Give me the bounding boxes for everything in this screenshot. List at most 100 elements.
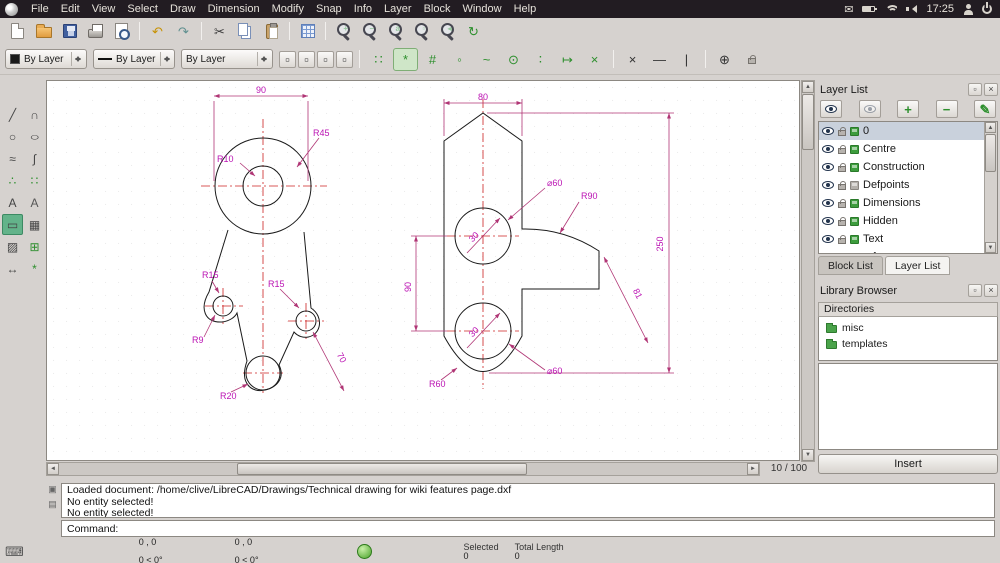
power-icon[interactable] (982, 2, 992, 14)
new-file-button[interactable] (5, 20, 30, 43)
print-preview-button[interactable] (109, 20, 134, 43)
pen-option-button[interactable]: ▫ (279, 50, 296, 68)
menu-window[interactable]: Window (456, 1, 507, 17)
ellipse-tool-button[interactable]: ○ (24, 126, 45, 147)
hatch-tool-button[interactable]: ▨ (2, 236, 23, 257)
print-button[interactable] (83, 20, 108, 43)
drawing-canvas[interactable]: 90 R45 R10 R15 R15 R9 R20 70 80 90 250 8… (46, 80, 800, 461)
snap-distance-button[interactable]: ↦ (555, 48, 580, 71)
directory-item[interactable]: misc (819, 320, 997, 336)
layer-list-tab[interactable]: Layer List (884, 256, 951, 275)
pen-option-button[interactable]: ▫ (298, 50, 315, 68)
menu-file[interactable]: File (25, 1, 55, 17)
layer-lock-icon[interactable] (838, 217, 846, 226)
snap-middle-button[interactable]: ∶ (528, 48, 553, 71)
layer-print-icon[interactable] (850, 126, 859, 136)
line-tool-button[interactable]: ╱ (2, 104, 23, 125)
layer-row[interactable]: Construction (819, 158, 985, 176)
layer-visible-icon[interactable] (822, 253, 834, 254)
mtext-tool-button[interactable]: A (24, 192, 45, 213)
menu-select[interactable]: Select (121, 1, 164, 17)
block-list-tab[interactable]: Block List (818, 256, 883, 275)
point-tool-button[interactable]: ∴ (2, 170, 23, 191)
layer-print-icon[interactable] (850, 198, 859, 208)
snap-endpoint-button[interactable]: ◦ (447, 48, 472, 71)
layer-visible-icon[interactable] (822, 127, 834, 135)
vertical-scroll-thumb[interactable] (802, 94, 814, 150)
cut-button[interactable]: ✂ (207, 20, 232, 43)
arc-tool-button[interactable]: ∩ (24, 104, 45, 125)
layer-lock-icon[interactable] (838, 145, 846, 154)
menu-block[interactable]: Block (418, 1, 457, 17)
pen-option-button[interactable]: ▫ (336, 50, 353, 68)
scroll-down-button[interactable]: ▼ (985, 242, 996, 253)
layer-row[interactable]: Hidden (819, 212, 985, 230)
show-all-layers-button[interactable] (820, 100, 842, 118)
menu-view[interactable]: View (86, 1, 122, 17)
points-tool-button[interactable]: ∷ (24, 170, 45, 191)
menu-draw[interactable]: Draw (164, 1, 202, 17)
layer-print-icon[interactable] (850, 180, 859, 190)
copy-button[interactable] (233, 20, 258, 43)
layer-print-icon[interactable] (850, 216, 859, 226)
layer-visible-icon[interactable] (822, 235, 834, 243)
menu-modify[interactable]: Modify (266, 1, 310, 17)
layer-visible-icon[interactable] (822, 163, 834, 171)
menu-info[interactable]: Info (348, 1, 378, 17)
snap-center-button[interactable]: ⊙ (501, 48, 526, 71)
battery-icon[interactable] (862, 6, 878, 12)
explode-tool-button[interactable]: * (24, 258, 45, 279)
directory-item[interactable]: templates (819, 336, 997, 352)
scroll-up-button[interactable]: ▲ (985, 122, 996, 133)
scroll-down-button[interactable]: ▼ (802, 449, 814, 461)
text-tool-button[interactable]: A (2, 192, 23, 213)
table-tool-button[interactable]: ⊞ (24, 236, 45, 257)
layer-lock-icon[interactable] (838, 127, 846, 136)
scroll-right-button[interactable]: ► (747, 463, 759, 475)
horizontal-scroll-thumb[interactable] (237, 463, 527, 475)
library-float-button[interactable]: ▫ (968, 284, 982, 297)
snap-intersection-button[interactable]: × (582, 48, 607, 71)
library-close-button[interactable]: × (984, 284, 998, 297)
layer-list-float-button[interactable]: ▫ (968, 83, 982, 96)
clear-snap-button[interactable]: × (620, 48, 645, 71)
layer-row[interactable]: Defpoints (819, 176, 985, 194)
zoom-in-button[interactable]: + (331, 20, 356, 43)
image-tool-button[interactable]: ▦ (24, 214, 45, 235)
polyline-tool-button[interactable]: ∫ (24, 148, 45, 169)
scroll-left-button[interactable]: ◄ (47, 463, 59, 475)
rectangle-tool-button[interactable]: ▭ (2, 214, 23, 235)
snap-indicator-button[interactable] (356, 544, 372, 559)
layer-print-icon[interactable] (850, 144, 859, 154)
wifi-icon[interactable] (884, 4, 898, 14)
layer-visible-icon[interactable] (822, 217, 834, 225)
snap-grid-button[interactable]: # (420, 48, 445, 71)
volume-icon[interactable] (906, 4, 918, 14)
insert-button[interactable]: Insert (818, 454, 998, 474)
edit-layer-button[interactable]: ✎ (974, 100, 996, 118)
undo-button[interactable]: ↶ (145, 20, 170, 43)
keyboard-icon[interactable]: ⌨ (5, 544, 24, 560)
circle-tool-button[interactable]: ○ (2, 126, 23, 147)
layer-print-icon[interactable] (850, 162, 859, 172)
layer-visible-icon[interactable] (822, 199, 834, 207)
layer-scroll-thumb[interactable] (985, 134, 996, 172)
layer-visible-icon[interactable] (822, 145, 834, 153)
redo-button[interactable]: ↷ (171, 20, 196, 43)
add-layer-button[interactable]: + (897, 100, 919, 118)
layer-lock-icon[interactable] (838, 235, 846, 244)
mail-icon[interactable]: ✉ (844, 3, 853, 16)
scroll-up-button[interactable]: ▲ (802, 81, 814, 93)
menu-help[interactable]: Help (508, 1, 543, 17)
layer-lock-icon[interactable] (838, 199, 846, 208)
canvas-horizontal-scrollbar[interactable]: ◄ ► (46, 462, 760, 476)
grid-points-button[interactable]: ∷ (366, 48, 391, 71)
pen-option-button[interactable]: ▫ (317, 50, 334, 68)
layer-row[interactable]: Dimensions (819, 194, 985, 212)
canvas-vertical-scrollbar[interactable]: ▲ ▼ (801, 80, 815, 462)
zoom-window-button[interactable]: ▫ (409, 20, 434, 43)
layer-visible-icon[interactable] (822, 181, 834, 189)
snap-on-entity-button[interactable]: ~ (474, 48, 499, 71)
remove-layer-button[interactable]: − (935, 100, 958, 118)
layer-lock-icon[interactable] (838, 181, 846, 190)
